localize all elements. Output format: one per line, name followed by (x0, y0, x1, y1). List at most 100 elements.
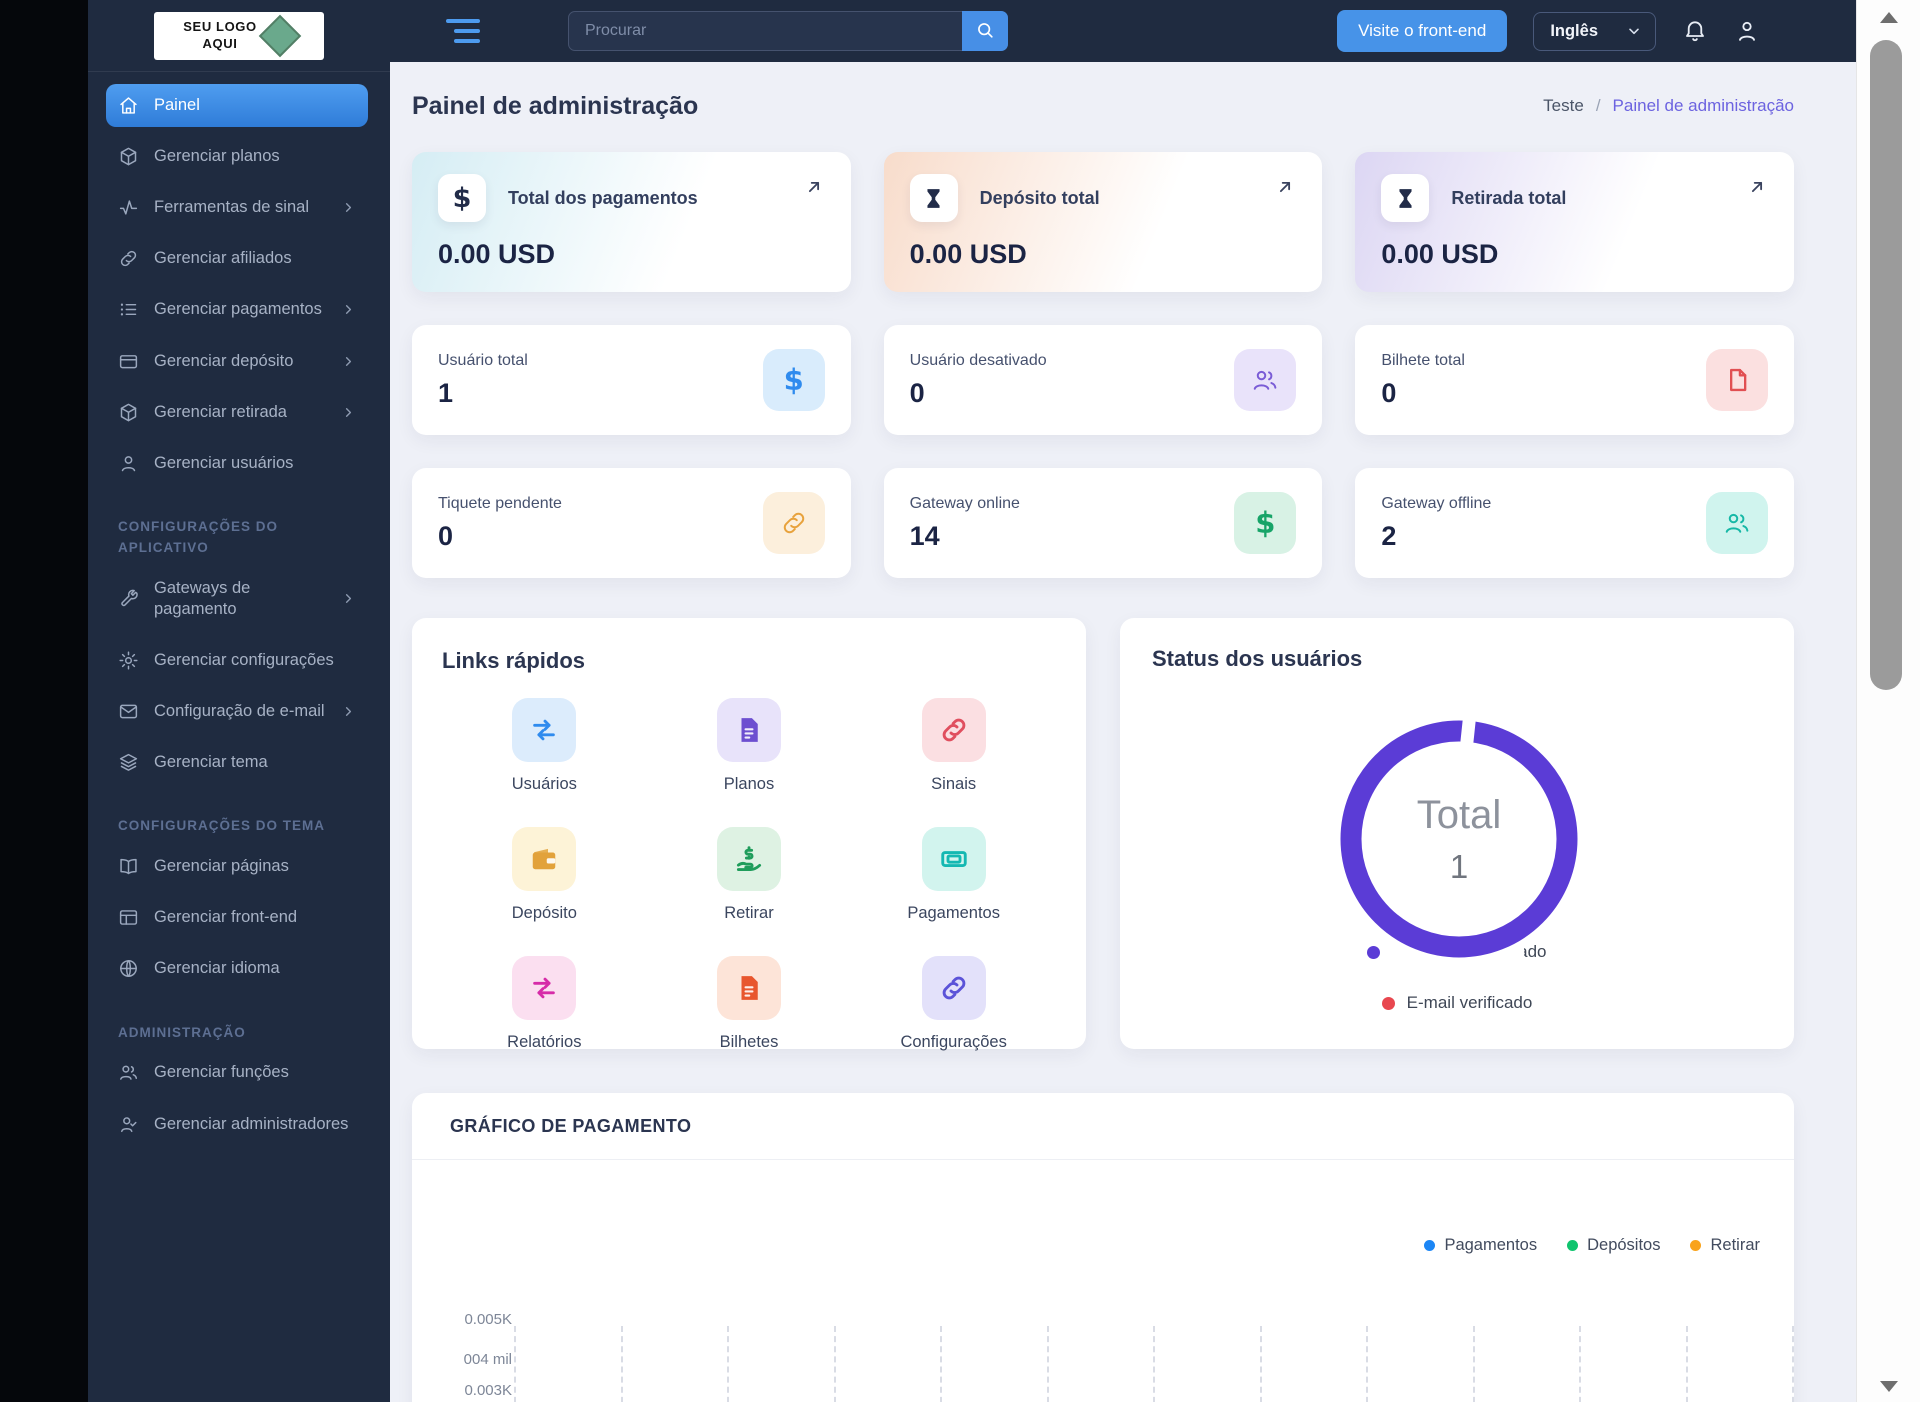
stat-value: 2 (1381, 520, 1397, 551)
scrollbar-down-arrow-icon[interactable] (1879, 1381, 1898, 1392)
sidebar-item-gerenciar-retirada[interactable]: Gerenciar retirada (106, 391, 368, 434)
user-profile-icon[interactable] (1734, 18, 1760, 44)
sidebar-item-gerenciar-idioma[interactable]: Gerenciar idioma (106, 947, 368, 990)
chevron-right-icon (341, 200, 356, 215)
sidebar-item-ferramentas-de-sinal[interactable]: Ferramentas de sinal (106, 186, 368, 229)
breadcrumb-current[interactable]: Painel de administração (1613, 96, 1794, 116)
search-button[interactable] (962, 11, 1008, 51)
chevron-right-icon (341, 591, 356, 606)
language-select-value: Inglês (1550, 21, 1598, 40)
quick-link-configuracoes[interactable]: Configurações (900, 956, 1007, 1052)
stat-card-deposito-total: Depósito total 0.00 USD (883, 152, 1323, 292)
document-icon (716, 698, 781, 762)
dollar-icon: $ (438, 174, 486, 222)
breadcrumb-root[interactable]: Teste (1543, 96, 1584, 116)
stat-label: Retirada total (1451, 187, 1567, 208)
visit-frontend-button[interactable]: Visite o front-end (1337, 10, 1508, 52)
sidebar-item-label: Ferramentas de sinal (154, 198, 309, 217)
sidebar-item-configuracao-de-email[interactable]: Configuração de e-mail (106, 690, 368, 733)
admin-dashboard: SEU LOGO AQUI Painel Gerenciar planos Fe… (0, 0, 1920, 1402)
stat-value: 0 (1381, 377, 1397, 408)
arrow-up-right-icon[interactable] (1746, 176, 1768, 198)
sidebar-item-gerenciar-paginas[interactable]: Gerenciar páginas (106, 845, 368, 888)
book-icon (118, 856, 139, 877)
middle-row: Links rápidos Usuários Planos Sinais Dep… (412, 618, 1794, 1052)
stat-value: 1 (438, 377, 454, 408)
quick-link-label: Configurações (900, 1033, 1007, 1051)
quick-link-bilhetes[interactable]: Bilhetes (716, 956, 781, 1052)
list-icon (118, 299, 139, 320)
globe-icon (118, 958, 139, 979)
stat-label: Gateway online (909, 494, 1020, 512)
sidebar-item-gerenciar-deposito[interactable]: Gerenciar depósito (106, 340, 368, 383)
scrollbar-up-arrow-icon[interactable] (1879, 12, 1898, 23)
quick-link-label: Sinais (931, 775, 977, 793)
legend-dot (1424, 1240, 1436, 1251)
legend-item-retirar[interactable]: Retirar (1690, 1236, 1760, 1255)
logo-bar: SEU LOGO AQUI (88, 0, 390, 72)
quick-link-planos[interactable]: Planos (716, 698, 781, 794)
sidebar-item-gerenciar-administradores[interactable]: Gerenciar administradores (106, 1103, 368, 1146)
bell-icon[interactable] (1682, 18, 1708, 44)
quick-link-usuarios[interactable]: Usuários (512, 698, 577, 794)
sidebar-item-gerenciar-front-end[interactable]: Gerenciar front-end (106, 896, 368, 939)
quick-links-grid: Usuários Planos Sinais Depósito Retirar … (442, 698, 1056, 1052)
hand-dollar-icon (716, 827, 781, 891)
sidebar-item-painel[interactable]: Painel (106, 84, 368, 128)
stat-label: Usuário desativado (909, 351, 1047, 369)
stat-value: 14 (909, 520, 940, 551)
home-icon (118, 95, 139, 116)
quick-link-relatorios[interactable]: Relatórios (507, 956, 581, 1052)
stat-value: 0.00 USD (909, 239, 1027, 269)
quick-link-label: Depósito (511, 904, 577, 922)
stat-label: Bilhete total (1381, 351, 1465, 369)
arrow-up-right-icon[interactable] (1274, 176, 1296, 198)
sidebar-section-administracao: ADMINISTRAÇÃO (118, 1024, 246, 1040)
quick-link-pagamentos[interactable]: Pagamentos (907, 827, 1000, 923)
users-icon (1705, 492, 1768, 554)
quick-link-label: Relatórios (507, 1033, 582, 1051)
sidebar-item-label: Gerenciar usuários (154, 453, 294, 472)
chevron-right-icon (341, 405, 356, 420)
arrow-up-right-icon[interactable] (803, 176, 825, 198)
sidebar-item-label: Painel (154, 96, 200, 114)
language-select[interactable]: Inglês (1533, 11, 1656, 51)
stat-value: 0 (909, 377, 925, 408)
search-icon (975, 20, 995, 43)
topbar-right: Visite o front-end Inglês (1337, 10, 1760, 52)
sidebar-item-gerenciar-afiliados[interactable]: Gerenciar afiliados (106, 237, 368, 280)
legend-item-pagamentos[interactable]: Pagamentos (1424, 1236, 1537, 1255)
stat-card-tiquete-pendente: Tiquete pendente 0 (412, 468, 851, 578)
sidebar-item-gerenciar-configuracoes[interactable]: Gerenciar configurações (106, 639, 368, 682)
legend-item-depositos[interactable]: Depósitos (1567, 1236, 1660, 1255)
logo[interactable]: SEU LOGO AQUI (154, 11, 324, 60)
stat-row-2: Usuário total 1 $ Usuário desativado 0 B… (412, 325, 1794, 468)
quick-links-title: Links rápidos (442, 648, 586, 673)
breadcrumb-separator: / (1595, 96, 1601, 115)
sidebar-item-gateways-de-pagamento[interactable]: Gateways de pagamento (106, 567, 368, 631)
legend-dot (1690, 1240, 1702, 1251)
stat-card-bilhete-total: Bilhete total 0 (1355, 325, 1794, 435)
quick-link-sinais[interactable]: Sinais (921, 698, 986, 794)
stat-label: Tiquete pendente (438, 494, 562, 512)
sidebar-item-gerenciar-pagamentos[interactable]: Gerenciar pagamentos (106, 288, 368, 331)
sidebar-item-label: Gerenciar afiliados (154, 249, 292, 268)
donut-center-label: Total (1416, 792, 1502, 837)
search-input[interactable] (568, 11, 1008, 51)
scrollbar-thumb[interactable] (1870, 40, 1902, 690)
donut-center-value: 1 (1449, 847, 1469, 885)
hamburger-menu-icon[interactable] (446, 19, 480, 43)
sidebar-item-gerenciar-usuarios[interactable]: Gerenciar usuários (106, 442, 368, 485)
quick-link-deposito[interactable]: Depósito (512, 827, 577, 923)
search (568, 11, 1008, 51)
page-scrollbar[interactable] (1856, 0, 1920, 1402)
sidebar-item-gerenciar-funcoes[interactable]: Gerenciar funções (106, 1051, 368, 1094)
sidebar-item-label: Gerenciar planos (154, 147, 280, 166)
quick-link-retirar[interactable]: Retirar (716, 827, 781, 923)
sidebar: SEU LOGO AQUI Painel Gerenciar planos Fe… (88, 0, 390, 1402)
sidebar-item-gerenciar-planos[interactable]: Gerenciar planos (106, 135, 368, 178)
sidebar-item-gerenciar-tema[interactable]: Gerenciar tema (106, 741, 368, 784)
transfer-icon (512, 956, 577, 1020)
payment-chart-card: GRÁFICO DE PAGAMENTO Pagamentos Depósito… (412, 1093, 1794, 1402)
stat-label: Total dos pagamentos (508, 187, 698, 208)
